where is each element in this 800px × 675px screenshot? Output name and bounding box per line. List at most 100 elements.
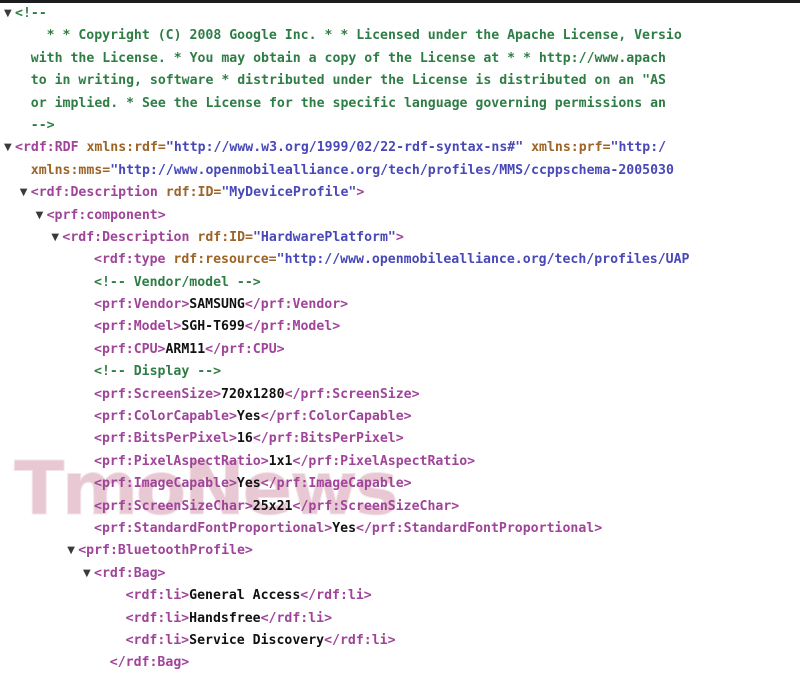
code-token-tag: > <box>395 229 404 245</box>
disclosure-triangle-placeholder <box>83 496 94 518</box>
disclosure-triangle-placeholder <box>20 160 31 182</box>
code-token-txt: SGH-T699 <box>181 319 245 335</box>
disclosure-triangle-placeholder <box>36 25 47 47</box>
code-token-tag: </rdf:Bag> <box>109 655 190 671</box>
code-token-txt: 1x1 <box>268 453 293 469</box>
code-line: ▼ <!-- <box>0 3 800 25</box>
code-token-tag: <prf:BluetoothProfile> <box>78 543 253 559</box>
code-token-tag: </rdf:li> <box>300 588 372 604</box>
code-token-tag: </prf:BitsPerPixel> <box>252 431 404 447</box>
disclosure-triangle-open-icon[interactable]: ▼ <box>4 3 15 25</box>
code-token-tag: </prf:Vendor> <box>244 297 349 313</box>
disclosure-triangle-placeholder <box>20 93 31 115</box>
code-token-tag: </prf:CPU> <box>205 341 285 357</box>
code-line: ▼ <prf:component> <box>0 205 800 227</box>
xml-source-code-view[interactable]: ▼ <!-- * * Copyright (C) 2008 Google Inc.… <box>0 3 800 675</box>
code-line: <prf:ScreenSize>720x1280</prf:ScreenSize… <box>0 384 800 406</box>
code-token-tag: <prf:CPU> <box>94 341 166 357</box>
code-line: with the License. * You may obtain a cop… <box>0 48 800 70</box>
code-token-tag: <prf:Model> <box>94 319 182 335</box>
code-token-comment: with the License. * You may obtain a cop… <box>30 50 666 66</box>
code-token-txt: Service Discovery <box>189 632 325 648</box>
disclosure-triangle-placeholder <box>83 249 94 271</box>
code-line: ▼ <rdf:Description rdf:ID="MyDeviceProfil… <box>0 182 800 204</box>
disclosure-triangle-placeholder <box>83 339 94 361</box>
disclosure-triangle-open-icon[interactable]: ▼ <box>4 137 15 159</box>
code-line: --> <box>0 115 800 137</box>
code-token-tag: <rdf:Description <box>30 185 166 201</box>
code-line: <prf:ScreenSizeChar>25x21</prf:ScreenSiz… <box>0 496 800 518</box>
code-token-tag: </prf:Model> <box>244 319 341 335</box>
code-token-txt: 720x1280 <box>221 386 285 402</box>
code-token-comment: --> <box>30 117 55 133</box>
code-token-comment: * * Copyright (C) 2008 Google Inc. * * L… <box>46 28 682 44</box>
code-line: <prf:BitsPerPixel>16</prf:BitsPerPixel> <box>0 428 800 450</box>
disclosure-triangle-placeholder <box>115 630 126 652</box>
code-token-tag: <prf:ImageCapable> <box>94 476 237 492</box>
code-token-txt: ARM11 <box>165 341 206 357</box>
code-token-tag: <prf:component> <box>46 207 166 223</box>
code-token-txt: Yes <box>236 476 261 492</box>
code-token-tag: </prf:PixelAspectRatio> <box>292 453 476 469</box>
code-token-tag: <rdf:Bag> <box>94 565 166 581</box>
code-line: * * Copyright (C) 2008 Google Inc. * * L… <box>0 25 800 47</box>
code-line: <!-- Display --> <box>0 361 800 383</box>
code-token-tag: <prf:PixelAspectRatio> <box>94 453 269 469</box>
code-token-txt: SAMSUNG <box>189 297 245 313</box>
code-line: ▼ <prf:BluetoothProfile> <box>0 540 800 562</box>
code-line: <prf:StandardFontProportional>Yes</prf:S… <box>0 518 800 540</box>
code-token-tag: <prf:BitsPerPixel> <box>94 431 237 447</box>
code-line: <rdf:li>Handsfree</rdf:li> <box>0 608 800 630</box>
code-token-tag: <rdf:li> <box>125 632 190 648</box>
code-token-val: "http://www.openmobilealliance.org/tech/… <box>276 252 690 268</box>
code-token-tag: <rdf:li> <box>125 610 190 626</box>
code-token-comment: or implied. * See the License for the sp… <box>30 95 666 111</box>
code-token-tag: <prf:ScreenSizeChar> <box>94 498 253 514</box>
code-line: <rdf:li>Service Discovery</rdf:li> <box>0 630 800 652</box>
code-token-txt: Yes <box>236 409 261 425</box>
disclosure-triangle-placeholder <box>83 406 94 428</box>
code-token-val: "http://www.openmobilealliance.org/tech/… <box>110 162 674 178</box>
disclosure-triangle-placeholder <box>83 428 94 450</box>
code-token-tag: <rdf:type <box>94 252 174 268</box>
code-line: to in writing, software * distributed un… <box>0 70 800 92</box>
code-token-tag: > <box>356 185 365 201</box>
code-token-comment: <!-- Display --> <box>94 364 222 380</box>
code-token-val: "MyDeviceProfile" <box>221 185 357 201</box>
code-token-tag: <prf:Vendor> <box>94 297 190 313</box>
disclosure-triangle-placeholder <box>83 361 94 383</box>
disclosure-triangle-placeholder <box>20 48 31 70</box>
code-token-tag: </rdf:li> <box>324 632 396 648</box>
code-token-comment: <!-- <box>15 6 47 21</box>
code-line: <prf:ImageCapable>Yes</prf:ImageCapable> <box>0 473 800 495</box>
code-line: <!-- Vendor/model --> <box>0 272 800 294</box>
code-line: </rdf:Bag> <box>0 652 800 674</box>
disclosure-triangle-open-icon[interactable]: ▼ <box>67 540 78 562</box>
disclosure-triangle-placeholder <box>115 585 126 607</box>
code-line: <prf:ColorCapable>Yes</prf:ColorCapable> <box>0 406 800 428</box>
disclosure-triangle-placeholder <box>20 70 31 92</box>
disclosure-triangle-open-icon[interactable]: ▼ <box>83 563 94 585</box>
code-token-tag: <prf:StandardFontProportional> <box>94 520 333 536</box>
code-token-tag: <prf:ColorCapable> <box>94 409 237 425</box>
code-token-tag: <rdf:RDF <box>15 140 87 156</box>
code-token-attr: xmlns:mms= <box>30 162 111 178</box>
code-line: <prf:Model>SGH-T699</prf:Model> <box>0 316 800 338</box>
code-token-tag: <rdf:li> <box>125 588 190 604</box>
code-line: ▼ <rdf:RDF xmlns:rdf="http://www.w3.org/1… <box>0 137 800 159</box>
code-token-tag: </prf:ImageCapable> <box>260 476 412 492</box>
disclosure-triangle-open-icon[interactable]: ▼ <box>20 182 31 204</box>
disclosure-triangle-placeholder <box>83 384 94 406</box>
code-token-attr: xmlns:prf= <box>531 140 611 156</box>
disclosure-triangle-placeholder <box>115 608 126 630</box>
disclosure-triangle-placeholder <box>83 316 94 338</box>
disclosure-triangle-open-icon[interactable]: ▼ <box>51 227 62 249</box>
code-line: ▼ <rdf:Bag> <box>0 563 800 585</box>
disclosure-triangle-open-icon[interactable]: ▼ <box>36 205 47 227</box>
code-token-attr: rdf:ID= <box>165 185 222 201</box>
code-token-txt: 25x21 <box>252 498 293 514</box>
code-token-val: "http://www.w3.org/1999/02/22-rdf-syntax… <box>165 140 532 156</box>
code-line: or implied. * See the License for the sp… <box>0 93 800 115</box>
code-token-attr: xmlns:rdf= <box>86 140 166 156</box>
code-token-val: "HardwarePlatform" <box>252 229 396 245</box>
